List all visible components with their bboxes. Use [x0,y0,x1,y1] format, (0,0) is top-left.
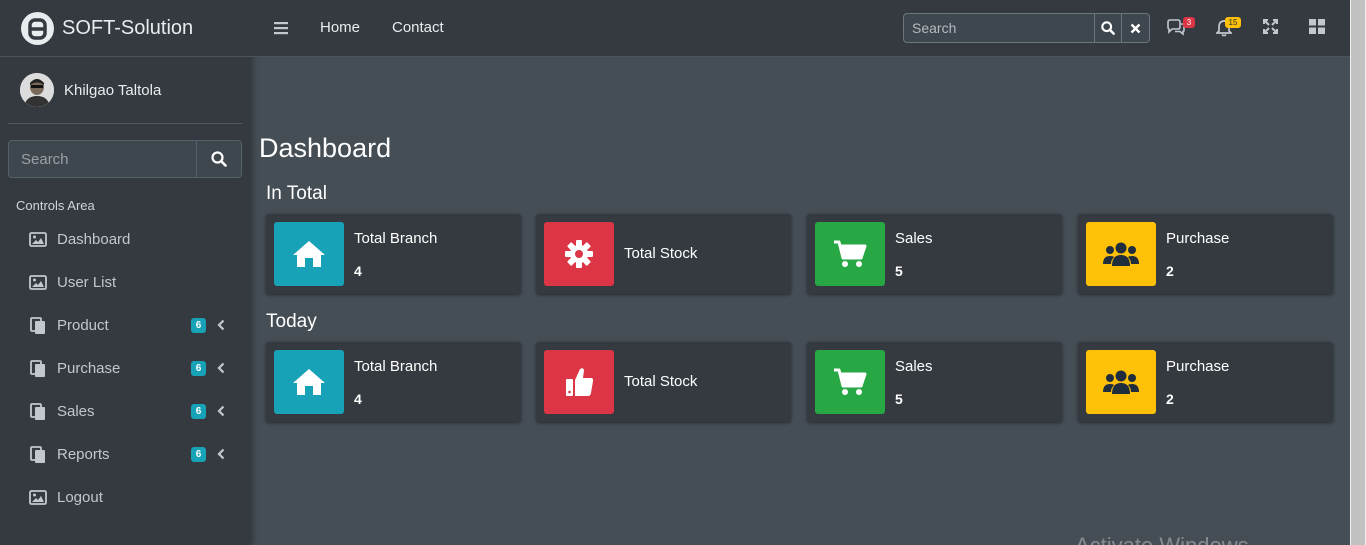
sidebar-nav: Dashboard User List Product 6 Purchase 6 [0,218,250,519]
chevron-left-icon[interactable] [217,404,225,422]
info-box-total-branch[interactable]: Total Branch 4 [266,214,521,294]
scrollbar-thumb[interactable] [1351,0,1365,545]
brand-link[interactable]: SOFT-Solution [0,0,250,57]
info-box-title: Purchase [1166,358,1230,375]
info-box-value: 5 [895,391,903,407]
image-icon [28,232,48,247]
copy-icon [28,445,48,464]
sidebar-item-label: Reports [57,446,110,463]
image-icon [28,275,48,290]
users-icon [1086,222,1156,286]
nav-link-home[interactable]: Home [320,19,360,36]
search-icon [211,151,227,167]
brand-name: SOFT-Solution [62,16,194,39]
chevron-left-icon[interactable] [217,318,225,336]
chevron-left-icon[interactable] [217,361,225,379]
info-box-sales-today[interactable]: Sales 5 [807,342,1062,422]
sidebar-item-reports[interactable]: Reports 6 [0,433,250,476]
notifications-badge: 15 [1225,17,1241,28]
badge: 6 [191,361,206,376]
top-navbar: Home Contact 3 15 [250,0,1350,57]
home-icon [274,350,344,414]
info-box-title: Sales [895,230,933,247]
badge: 6 [191,447,206,462]
sidebar-search-input[interactable] [8,140,196,178]
brand-logo-icon [21,11,54,45]
avatar [20,73,54,107]
sidebar-item-label: Product [57,317,109,334]
info-box-title: Sales [895,358,933,375]
home-icon [274,222,344,286]
info-box-purchase[interactable]: Purchase 2 [1078,214,1333,294]
image-icon [28,490,48,505]
navbar-search-button[interactable] [1094,13,1122,43]
sidebar: SOFT-Solution Khilgao Taltola Controls A… [0,0,250,545]
info-box-total-stock-today[interactable]: Total Stock [536,342,791,422]
sidebar-item-dashboard[interactable]: Dashboard [0,218,250,261]
sidebar-search [8,140,242,178]
info-box-value: 2 [1166,263,1174,279]
sidebar-item-logout[interactable]: Logout [0,476,250,519]
users-icon [1086,350,1156,414]
info-box-total-branch-today[interactable]: Total Branch 4 [266,342,521,422]
navbar-search [903,13,1150,43]
gear-icon [544,222,614,286]
cart-icon [815,350,885,414]
sidebar-item-label: Purchase [57,360,121,377]
thumbs-up-icon [544,350,614,414]
info-box-value: 4 [354,263,362,279]
info-box-value: 4 [354,391,362,407]
fullscreen-button[interactable] [1263,19,1278,39]
sidebar-search-button[interactable] [196,140,242,178]
info-box-title: Total Stock [624,373,698,390]
sidebar-item-sales[interactable]: Sales 6 [0,390,250,433]
menu-toggle-icon[interactable] [274,21,288,40]
sidebar-item-product[interactable]: Product 6 [0,304,250,347]
page-title: Dashboard [259,133,392,163]
copy-icon [28,359,48,378]
info-box-value: 5 [895,263,903,279]
info-box-sales[interactable]: Sales 5 [807,214,1062,294]
info-box-title: Total Branch [354,230,438,247]
nav-header: Controls Area [16,198,95,213]
messages-badge: 3 [1183,17,1195,28]
navbar-search-close-button[interactable] [1122,13,1150,43]
user-name[interactable]: Khilgao Taltola [64,82,161,99]
grid-icon [1309,19,1325,34]
copy-icon [28,316,48,335]
navbar-search-input[interactable] [903,13,1094,43]
badge: 6 [191,404,206,419]
info-box-value: 2 [1166,391,1174,407]
sidebar-item-label: Sales [57,403,95,420]
cart-icon [815,222,885,286]
info-box-title: Total Stock [624,245,698,262]
badge: 6 [191,318,206,333]
chevron-left-icon[interactable] [217,447,225,465]
user-panel[interactable]: Khilgao Taltola [8,57,242,124]
info-box-purchase-today[interactable]: Purchase 2 [1078,342,1333,422]
sidebar-item-label: Dashboard [57,231,131,248]
sidebar-item-purchase[interactable]: Purchase 6 [0,347,250,390]
sidebar-item-label: User List [57,274,117,291]
activate-windows-watermark: Activate Windows [1075,533,1249,545]
info-box-title: Purchase [1166,230,1230,247]
info-box-total-stock[interactable]: Total Stock [536,214,791,294]
section-title-in-total: In Total [266,183,327,204]
search-icon [1101,21,1115,35]
nav-link-contact[interactable]: Contact [392,19,444,36]
info-box-title: Total Branch [354,358,438,375]
expand-icon [1263,19,1278,34]
close-icon [1130,23,1141,33]
control-sidebar-button[interactable] [1309,19,1325,39]
section-title-today: Today [266,311,317,332]
sidebar-item-user-list[interactable]: User List [0,261,250,304]
sidebar-item-label: Logout [57,489,103,506]
copy-icon [28,402,48,421]
